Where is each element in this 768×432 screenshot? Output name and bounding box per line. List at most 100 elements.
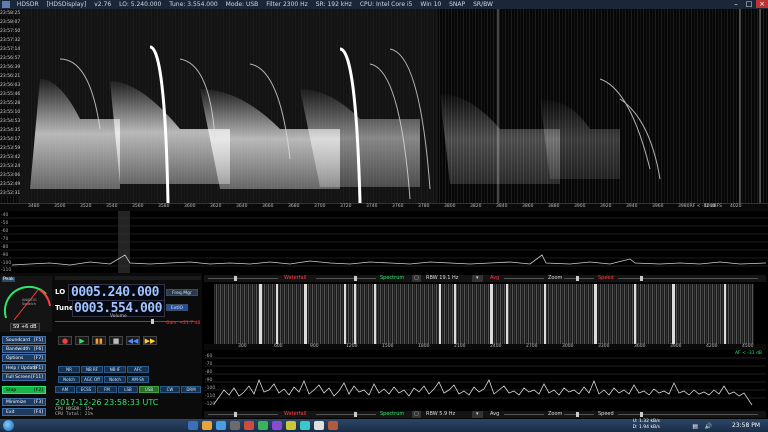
- close-window-button[interactable]: ×: [756, 0, 768, 8]
- mode-am-button[interactable]: AM: [55, 386, 75, 393]
- rbw-label: RBW 19.1 Hz: [426, 275, 459, 281]
- mode-cw-button[interactable]: CW: [160, 386, 180, 393]
- waterfall-label-2: Waterfall: [284, 411, 307, 417]
- af-tick: 2100: [454, 344, 466, 349]
- rf-frequency-axis[interactable]: 3480 3500 3520 3540 3560 3580 3600 3620 …: [0, 203, 768, 211]
- af-tick: 2400: [490, 344, 502, 349]
- rbw-box[interactable]: ▢: [412, 275, 421, 282]
- freq-tick: 3920: [600, 204, 612, 209]
- audio-spectrum[interactable]: AF < -31 dB -60 -70 -80 -90 -100 -110 -1…: [204, 350, 766, 410]
- rbw-label-2: RBW 5.9 Hz: [426, 411, 456, 417]
- terminal-icon[interactable]: [328, 421, 338, 430]
- tune-label: Tune: [55, 304, 74, 312]
- notes-icon[interactable]: [286, 421, 296, 430]
- play-button[interactable]: ▶: [75, 336, 89, 345]
- db-label: -120: [205, 402, 216, 407]
- freq-tick: 3620: [210, 204, 222, 209]
- af-tick: 600: [274, 344, 283, 349]
- audio-waterfall[interactable]: [204, 284, 766, 344]
- mode-drm-button[interactable]: DRM: [181, 386, 201, 393]
- soundcard-button[interactable]: Soundcard [F5]: [2, 336, 46, 344]
- timestamp: 23:57:14: [0, 47, 21, 52]
- rf-spectrum[interactable]: -40 -50 -60 -70 -80 -90 -100 -110: [0, 211, 768, 273]
- start-button[interactable]: [3, 420, 14, 431]
- rf-waterfall[interactable]: [0, 9, 768, 203]
- af-tick: 3000: [562, 344, 574, 349]
- avg-select[interactable]: ▾: [472, 275, 483, 282]
- db-label: -100: [1, 261, 12, 266]
- waterfall-contrast-knob-2[interactable]: [234, 412, 237, 417]
- timestamp: 23:56:21: [0, 74, 21, 79]
- freq-tick: 3540: [106, 204, 118, 209]
- nb-rf-button[interactable]: NB RF: [81, 366, 103, 373]
- speaker-icon[interactable]: 🔊: [705, 423, 712, 430]
- speed-knob-2[interactable]: [640, 412, 643, 417]
- mode-fm-button[interactable]: FM: [97, 386, 117, 393]
- record-button[interactable]: ●: [58, 336, 72, 345]
- tool-icon[interactable]: [272, 421, 282, 430]
- rbw-box-2[interactable]: ▢: [412, 411, 421, 418]
- pause-button[interactable]: ▮▮: [92, 336, 106, 345]
- document-icon[interactable]: [314, 421, 324, 430]
- mode-ecss-button[interactable]: ECSS: [76, 386, 96, 393]
- options-button[interactable]: Options [F7]: [2, 354, 46, 362]
- stop-playback-button[interactable]: ■: [109, 336, 123, 345]
- lo-frequency-display[interactable]: 0005.240.000: [68, 284, 165, 301]
- lo-label: LO: [55, 288, 66, 296]
- s-meter: Peak ANALOG Squelch S9 +6 dB: [0, 276, 52, 332]
- folder-icon[interactable]: [202, 421, 212, 430]
- afc-button[interactable]: AFC: [127, 366, 149, 373]
- notch-button[interactable]: Notch: [58, 376, 80, 383]
- mode-lsb-button[interactable]: LSB: [118, 386, 138, 393]
- bandwidth-button[interactable]: Bandwidth [F6]: [2, 345, 46, 353]
- taskbar-clock[interactable]: 23:58 PM: [732, 422, 760, 429]
- zoom-knob-2[interactable]: [576, 412, 579, 417]
- minimize-window-button[interactable]: –: [730, 0, 742, 8]
- rf-level-label: RF < -52 dBFS: [689, 204, 722, 209]
- zoom-knob[interactable]: [576, 276, 579, 281]
- network-icon[interactable]: ▤: [692, 423, 698, 430]
- forward-button[interactable]: ▶▶: [143, 336, 157, 345]
- waterfall-level-knob[interactable]: [354, 276, 357, 281]
- maximize-window-button[interactable]: □: [743, 0, 755, 8]
- media-icon[interactable]: [244, 421, 254, 430]
- timestamp: 23:56:39: [0, 65, 21, 70]
- freq-tick: 3580: [158, 204, 170, 209]
- cpu-total: CPU Total: 21%: [55, 412, 93, 417]
- title-item: Mode: USB: [225, 1, 259, 8]
- zoom-label: Zoom: [548, 275, 563, 281]
- am-sh-button[interactable]: AM-Sh: [127, 376, 149, 383]
- speed-knob[interactable]: [640, 276, 643, 281]
- waterfall-level-knob-2[interactable]: [354, 412, 357, 417]
- rewind-button[interactable]: ◀◀: [126, 336, 140, 345]
- extio-button[interactable]: ExtIO: [166, 304, 188, 311]
- avg-select-2[interactable]: ▾: [472, 411, 483, 418]
- stop-button[interactable]: Stop [F2]: [2, 386, 46, 394]
- timestamp: 23:55:10: [0, 110, 21, 115]
- network-app-icon[interactable]: [300, 421, 310, 430]
- browser-icon[interactable]: [216, 421, 226, 430]
- waterfall-label: Waterfall: [284, 275, 307, 281]
- audio-spectrum-trace: [204, 357, 766, 406]
- notch-2-button[interactable]: Notch: [104, 376, 126, 383]
- nr-button[interactable]: NR: [58, 366, 80, 373]
- spectrum-label: Spectrum: [380, 275, 405, 281]
- db-label: -80: [205, 370, 213, 375]
- minimize-button[interactable]: Minimize [F3]: [2, 398, 46, 406]
- help-update-button[interactable]: Help / Update [F1]: [2, 364, 46, 372]
- full-screen-button[interactable]: Full Screen [F11]: [2, 373, 46, 381]
- explorer-icon[interactable]: [188, 421, 198, 430]
- app-icon-taskbar[interactable]: [230, 421, 240, 430]
- mode-usb-button[interactable]: USB: [139, 386, 159, 393]
- timestamp: 23:55:28: [0, 101, 21, 106]
- freq-mgr-button[interactable]: Freq.Mgr: [166, 289, 198, 296]
- exit-button[interactable]: Exit [F4]: [2, 408, 46, 416]
- waterfall-contrast-knob[interactable]: [234, 276, 237, 281]
- af-tick: 1200: [346, 344, 358, 349]
- lo-frequency-value: 0005.240.000: [71, 285, 159, 300]
- nb-if-button[interactable]: NB IF: [104, 366, 126, 373]
- timestamp: 23:58:25: [0, 11, 21, 16]
- title-item: CPU: Intel Core i5: [359, 1, 413, 8]
- agc-off-button[interactable]: AGC Off: [81, 376, 103, 383]
- hdsdr-taskbar-icon[interactable]: [258, 421, 268, 430]
